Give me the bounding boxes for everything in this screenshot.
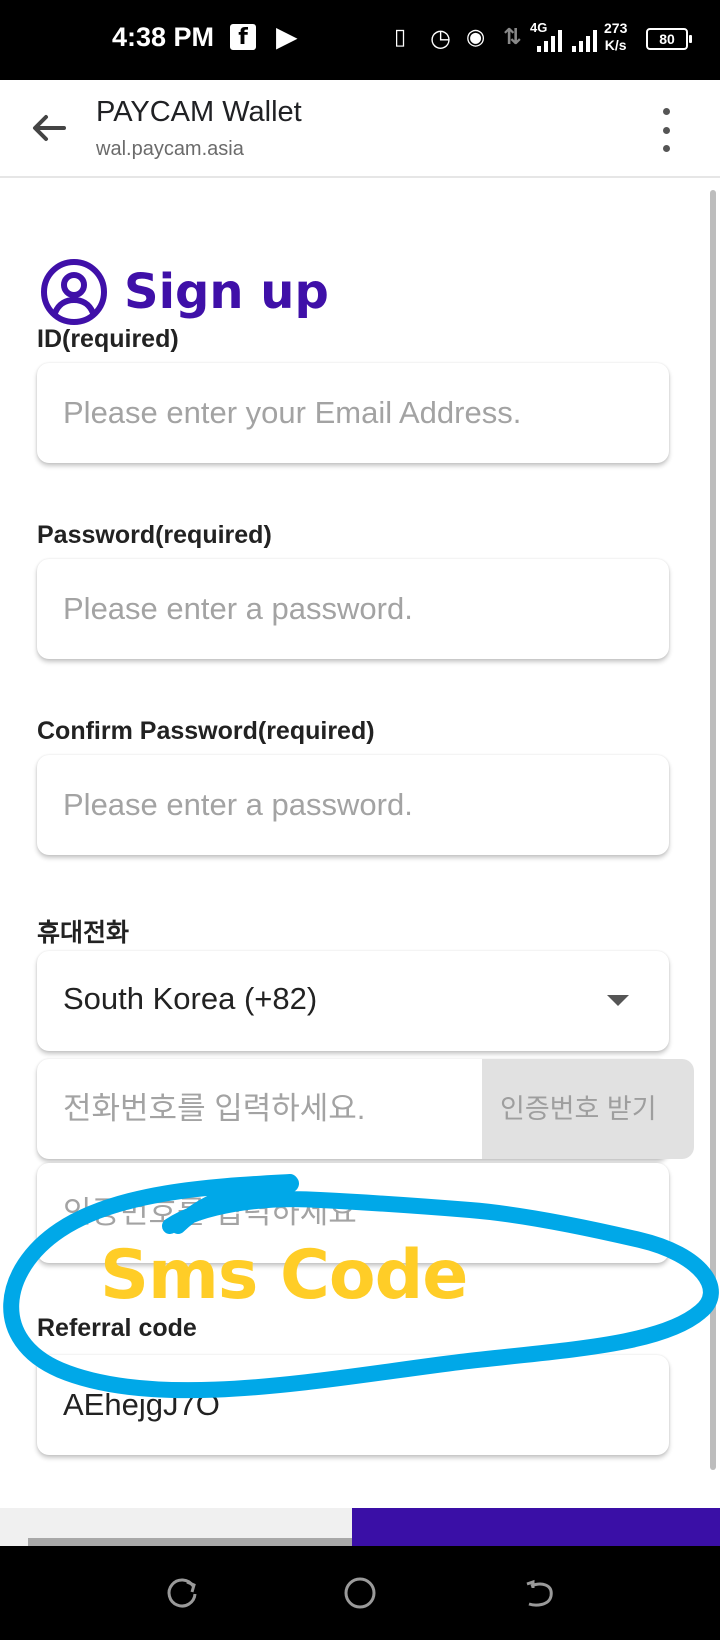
recent-apps-icon[interactable]	[165, 1576, 199, 1610]
page-url: wal.paycam.asia	[96, 138, 244, 160]
home-icon[interactable]	[343, 1576, 377, 1610]
annotation-text: Sms Code	[100, 1236, 468, 1315]
network-speed: 273 K/s	[604, 20, 627, 54]
menu-dot	[662, 108, 670, 115]
confirm-password-field	[37, 755, 669, 855]
password-label: Password(required)	[37, 521, 272, 549]
chevron-down-icon	[607, 995, 629, 1006]
menu-dot	[662, 145, 670, 152]
signup-heading: Sign up	[40, 258, 329, 326]
bottom-primary-button[interactable]	[352, 1508, 720, 1546]
alarm-icon: ◷	[430, 25, 451, 52]
user-circle-icon	[41, 259, 107, 325]
referral-label: Referral code	[37, 1314, 197, 1342]
back-arrow-icon[interactable]	[28, 108, 68, 148]
country-value: South Korea (+82)	[63, 981, 318, 1016]
more-options-icon[interactable]	[656, 108, 676, 152]
email-input[interactable]	[37, 363, 669, 463]
scrollbar[interactable]	[710, 190, 716, 1470]
page-title: PAYCAM Wallet	[96, 96, 302, 128]
battery-icon: 80	[646, 28, 692, 50]
password-field	[37, 559, 669, 659]
vibrate-icon: ▯	[394, 24, 407, 49]
back-icon[interactable]	[521, 1576, 555, 1610]
status-bar: 4:38 PM f ▶ ▯ ◷ ◉ ⇅ 4G 273 K/s 80	[0, 0, 720, 80]
signal-icon	[572, 30, 597, 52]
back-arrow-svg	[33, 115, 66, 141]
country-select[interactable]: South Korea (+82)	[37, 951, 669, 1051]
phone-input[interactable]	[37, 1059, 482, 1159]
navigation-bar	[0, 1546, 720, 1640]
data-arrows-icon: ⇅	[503, 24, 522, 49]
id-label: ID(required)	[37, 325, 179, 353]
facebook-icon: f	[230, 24, 256, 50]
menu-dot	[662, 126, 670, 134]
speed-unit: K/s	[604, 37, 627, 53]
p-app-icon: ▶	[276, 21, 298, 52]
request-code-button[interactable]: 인증번호 받기	[482, 1059, 694, 1159]
password-input[interactable]	[37, 559, 669, 659]
referral-field	[37, 1355, 669, 1455]
hotspot-icon: ◉	[466, 24, 486, 49]
confirm-password-label: Confirm Password(required)	[37, 717, 375, 745]
referral-input[interactable]	[37, 1355, 669, 1455]
status-time: 4:38 PM	[112, 22, 215, 52]
phone-label: 휴대전화	[37, 919, 130, 947]
browser-app-bar: PAYCAM Wallet wal.paycam.asia	[0, 80, 720, 178]
id-field	[37, 363, 669, 463]
signal-icon	[537, 30, 562, 52]
speed-value: 273	[604, 20, 628, 36]
phone-field: 인증번호 받기	[37, 1059, 694, 1159]
confirm-password-input[interactable]	[37, 755, 669, 855]
heading-text: Sign up	[124, 264, 329, 320]
bottom-secondary-button[interactable]	[0, 1508, 352, 1546]
